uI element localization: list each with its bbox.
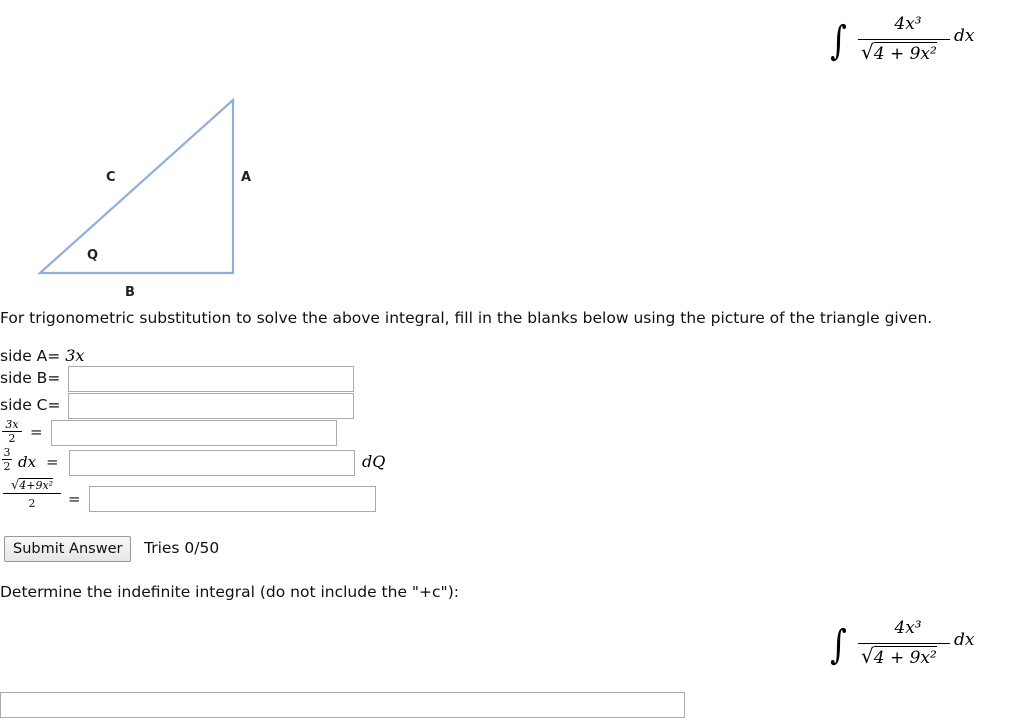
side-b-label: side B= bbox=[0, 369, 61, 387]
sqrt-symbol: √ bbox=[861, 40, 874, 64]
ratio-equals: = bbox=[30, 423, 43, 441]
dx-equals: = bbox=[46, 453, 59, 471]
submit-answer-button[interactable]: Submit Answer bbox=[4, 536, 132, 562]
integral-numerator: 4x³ bbox=[894, 618, 922, 638]
integral-expression-bottom: ∫ 4x³ √4 + 9x² dx bbox=[828, 618, 1008, 688]
sqrt-input[interactable] bbox=[89, 486, 376, 512]
integral-denominator: √4 + 9x² bbox=[861, 40, 937, 64]
integral-answer-input[interactable] bbox=[0, 692, 685, 718]
instructions-text: For trigonometric substitution to solve … bbox=[0, 309, 933, 327]
integral-expression-top: ∫ 4x³ √4 + 9x² dx bbox=[828, 14, 1008, 84]
triangle-label-c: C bbox=[106, 170, 116, 185]
triangle-icon bbox=[37, 97, 235, 275]
sqrt-fraction: √4+9x² 2 bbox=[3, 478, 61, 509]
integral-numerator: 4x³ bbox=[894, 14, 922, 34]
integral-differential: dx bbox=[954, 630, 975, 650]
side-a-row: side A= 3x bbox=[0, 346, 84, 365]
determine-prompt: Determine the indefinite integral (do no… bbox=[0, 583, 459, 601]
side-a-value: 3x bbox=[65, 346, 85, 365]
dx-label: dx bbox=[18, 453, 37, 471]
ratio-input[interactable] bbox=[51, 420, 337, 446]
triangle-figure: C A Q B bbox=[0, 90, 280, 310]
dx-input[interactable] bbox=[69, 450, 355, 476]
dq-suffix: dQ bbox=[362, 452, 386, 471]
sqrt-symbol: √ bbox=[861, 644, 874, 668]
side-a-label: side A= bbox=[0, 347, 61, 365]
integral-sign: ∫ bbox=[830, 18, 847, 64]
integral-differential: dx bbox=[954, 26, 975, 46]
dx-coefficient: 3 2 bbox=[2, 446, 12, 473]
sqrt-equals: = bbox=[68, 490, 81, 508]
integral-denominator: √4 + 9x² bbox=[861, 644, 937, 668]
tries-counter: Tries 0/50 bbox=[144, 539, 220, 557]
ratio-fraction: 3x 2 bbox=[2, 419, 22, 444]
triangle-label-a: A bbox=[241, 170, 252, 185]
integral-sign: ∫ bbox=[830, 622, 847, 668]
triangle-label-angle: Q bbox=[87, 248, 99, 263]
triangle-label-b: B bbox=[125, 285, 135, 300]
side-c-input[interactable] bbox=[68, 393, 354, 419]
side-b-input[interactable] bbox=[68, 366, 354, 392]
side-c-label: side C= bbox=[0, 396, 61, 414]
sqrt-small-icon: √ bbox=[10, 478, 20, 493]
